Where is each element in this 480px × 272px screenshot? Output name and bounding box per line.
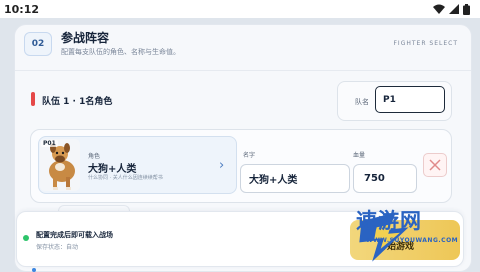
role-caption: 角色 bbox=[88, 153, 101, 160]
header-divider bbox=[15, 70, 471, 71]
status-bar: 10:12 bbox=[0, 0, 480, 18]
page-subtitle: 配置每支队伍的角色、名称与生命值。 bbox=[61, 48, 180, 56]
role-description: 什么协同 · 关人什么因连续续帮书 bbox=[88, 175, 163, 181]
section-tag: FIGHTER SELECT bbox=[393, 40, 458, 47]
battery-icon bbox=[463, 3, 470, 15]
chevron-right-icon[interactable]: › bbox=[219, 158, 224, 173]
system-icons bbox=[433, 3, 470, 15]
team-label: 队伍 1 · 1名角色 bbox=[42, 97, 113, 107]
team-name-input[interactable] bbox=[375, 86, 445, 113]
ready-text: 配置完成后即可载入战场 bbox=[36, 231, 113, 239]
ready-status-dot bbox=[23, 235, 29, 241]
name-field-label: 名字 bbox=[243, 152, 256, 159]
wifi-icon bbox=[433, 4, 445, 14]
member-hp-input[interactable] bbox=[353, 164, 417, 193]
watermark-text: 速游网 bbox=[356, 209, 422, 233]
close-icon bbox=[429, 159, 441, 171]
remove-member-button[interactable] bbox=[423, 153, 447, 177]
save-status: 保存状态：自动 bbox=[36, 244, 79, 251]
member-name-input[interactable] bbox=[240, 164, 350, 193]
signal-icon bbox=[449, 4, 459, 14]
team-name-label: 队名 bbox=[355, 98, 369, 106]
watermark-url: WWW.SUYOUWANG.COM bbox=[366, 237, 459, 244]
portrait-tag: P01 bbox=[41, 140, 58, 147]
role-name: 大狗+人类 bbox=[88, 164, 137, 175]
step-badge: 02 bbox=[24, 32, 52, 56]
team-accent-bar bbox=[31, 92, 35, 106]
page-title: 参战阵容 bbox=[61, 31, 110, 45]
scroll-hint-dot bbox=[32, 268, 36, 272]
hp-field-label: 血量 bbox=[353, 152, 366, 159]
status-time: 10:12 bbox=[4, 2, 40, 16]
